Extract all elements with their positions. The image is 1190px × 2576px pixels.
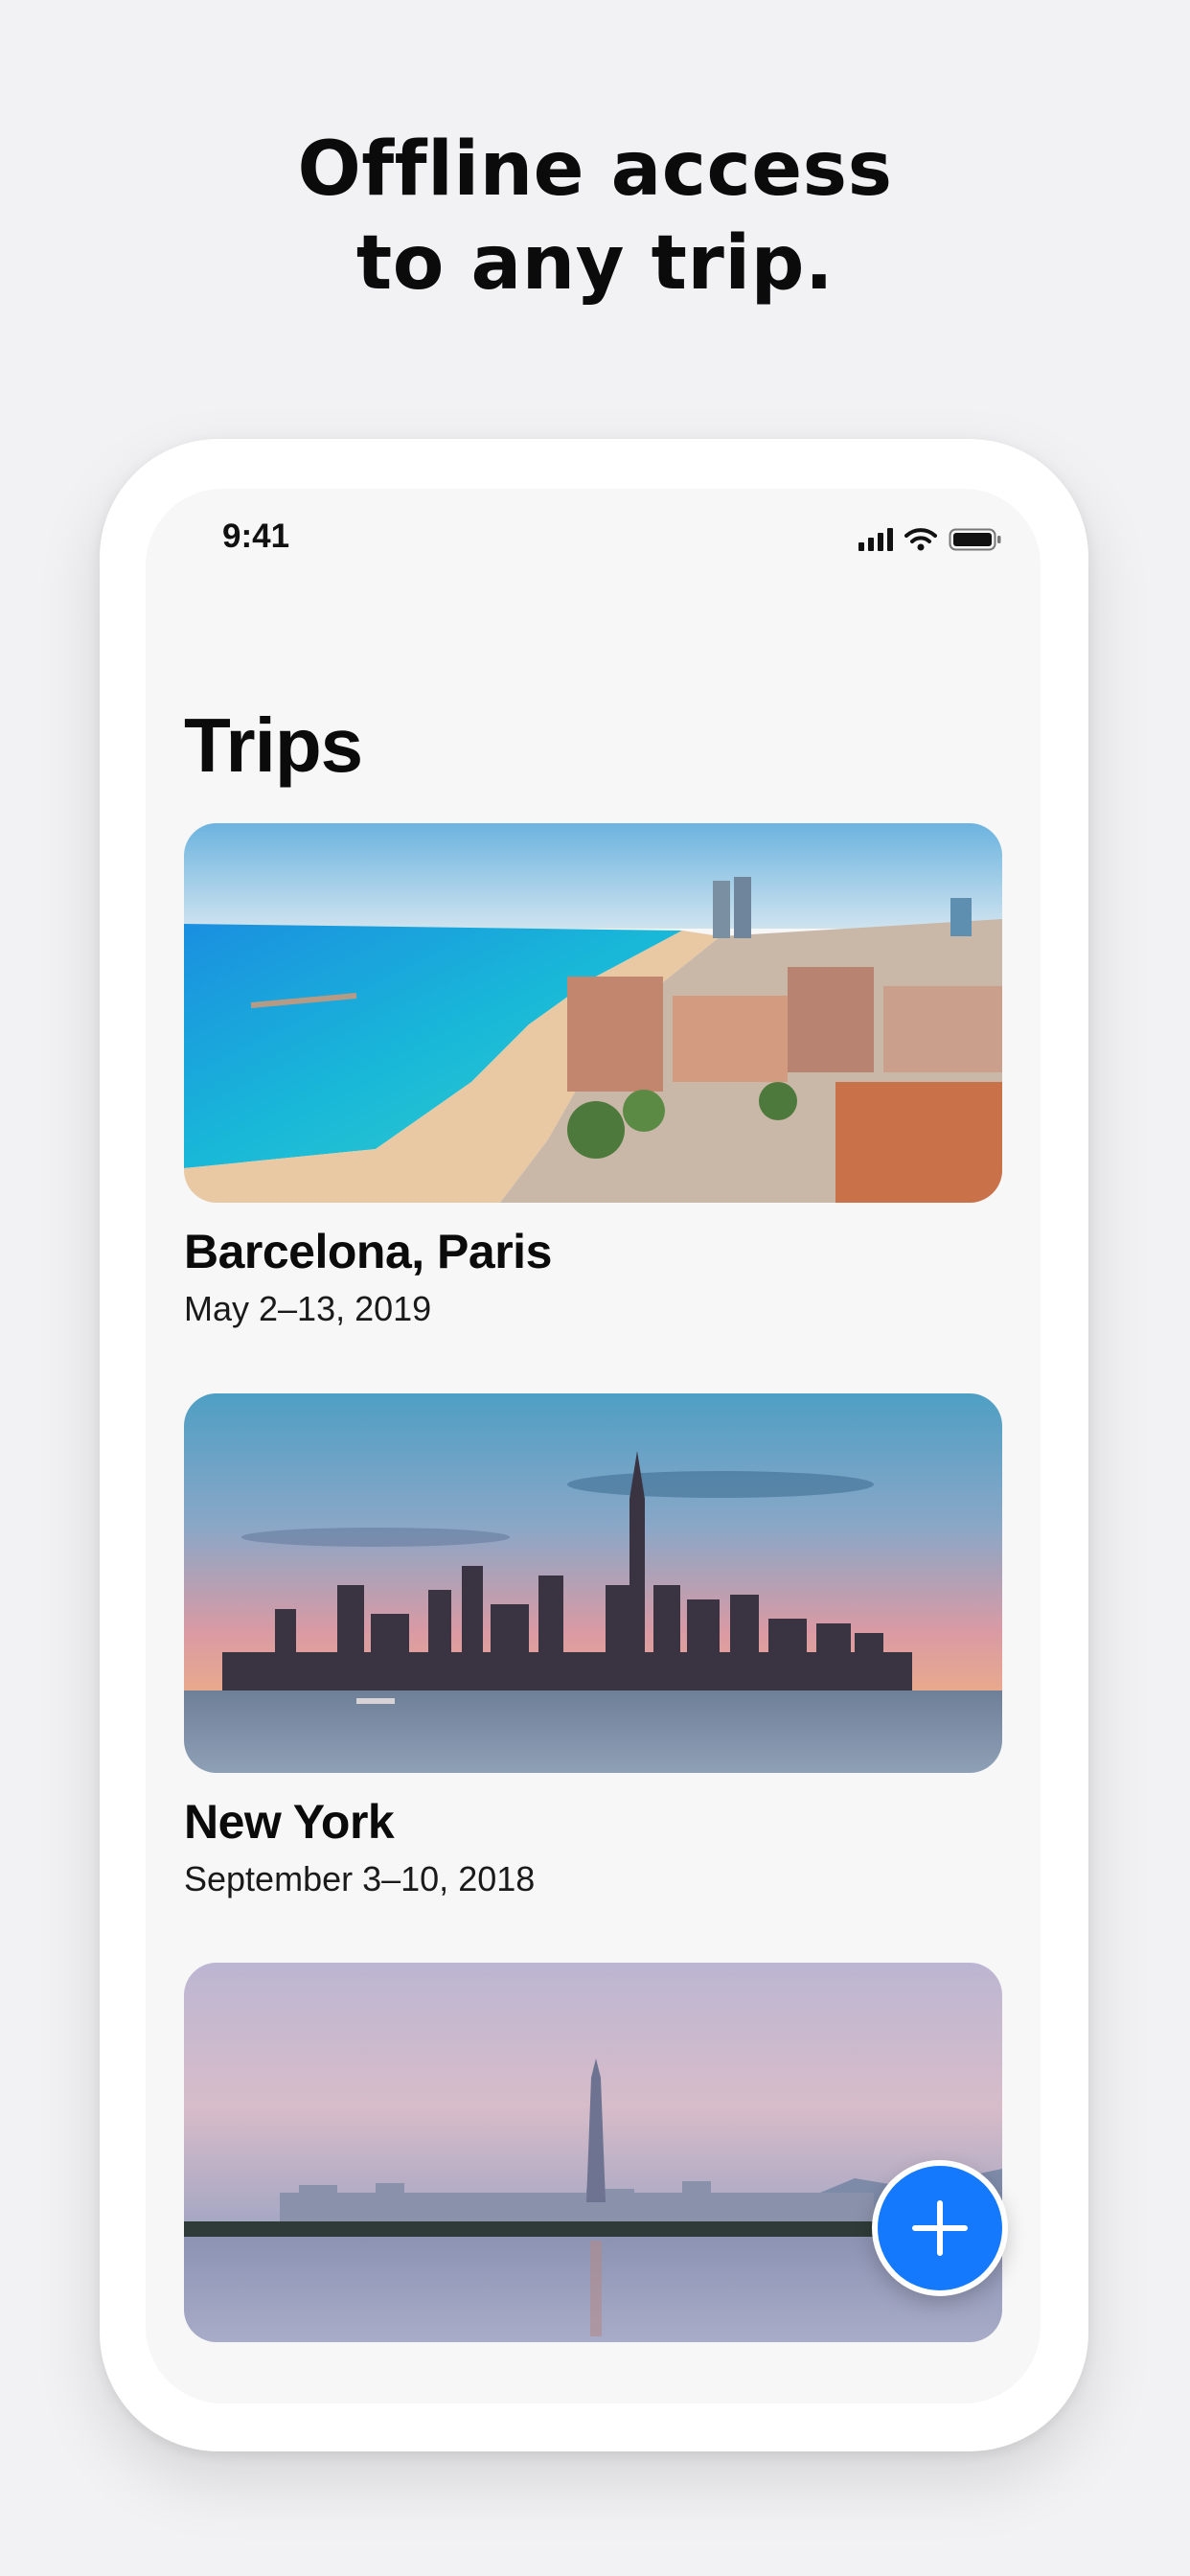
wifi-icon <box>904 527 937 552</box>
page-title: Trips <box>184 702 363 788</box>
headline-line-2: to any trip. <box>355 220 835 307</box>
trip-card-seoul[interactable] <box>184 1963 1002 2342</box>
trip-name: New York <box>184 1795 395 1849</box>
barcelona-beach-photo <box>184 823 1002 1203</box>
trip-card-barcelona[interactable]: Barcelona, Paris May 2–13, 2019 <box>184 823 1002 1329</box>
signal-icon <box>858 528 893 551</box>
seoul-skyline-photo <box>184 1963 1002 2342</box>
trip-dates: September 3–10, 2018 <box>184 1859 536 1898</box>
battery-icon <box>949 527 1002 552</box>
phone-screen: 9:41 Trips Barcelona, Paris May 2–13, 20… <box>146 489 1041 2404</box>
trip-dates: May 2–13, 2019 <box>184 1289 432 1328</box>
status-bar: 9:41 <box>146 489 1041 585</box>
new-york-skyline-photo <box>184 1393 1002 1773</box>
headline: Offline access to any trip. <box>0 123 1190 310</box>
status-time: 9:41 <box>222 518 290 555</box>
add-trip-button[interactable] <box>872 2160 1008 2296</box>
headline-line-1: Offline access <box>297 126 893 213</box>
trip-card-new-york[interactable]: New York September 3–10, 2018 <box>184 1393 1002 1899</box>
plus-icon <box>912 2200 968 2256</box>
trip-name: Barcelona, Paris <box>184 1225 552 1278</box>
status-icons <box>858 525 1002 554</box>
